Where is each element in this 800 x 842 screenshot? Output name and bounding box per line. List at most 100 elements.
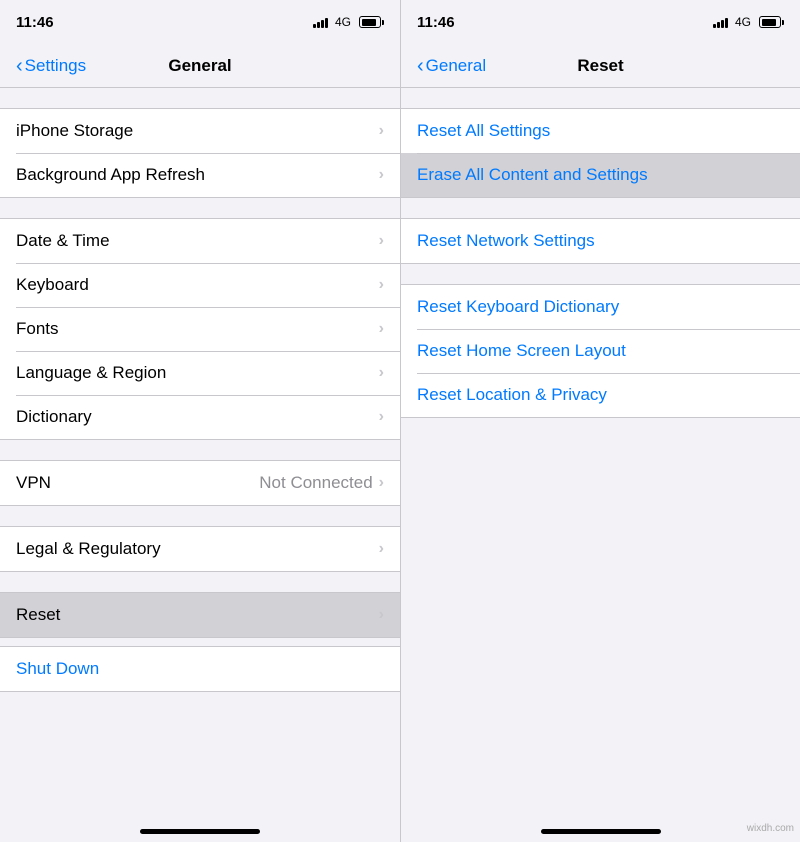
vpn-label: VPN xyxy=(16,473,51,493)
list-item-keyboard[interactable]: Keyboard › xyxy=(0,263,400,307)
list-group-shutdown: Shut Down xyxy=(0,646,400,692)
network-label-right: 4G xyxy=(735,15,751,29)
reset-chevron: › xyxy=(379,606,384,624)
signal-bars-right xyxy=(713,16,728,28)
signal-bar-r1 xyxy=(713,24,716,28)
nav-back-left[interactable]: ‹ Settings xyxy=(8,52,94,80)
list-item-shutdown[interactable]: Shut Down xyxy=(0,647,400,691)
scroll-area-left: iPhone Storage › Background App Refresh … xyxy=(0,88,400,808)
signal-bar-r4 xyxy=(725,18,728,28)
list-item-vpn[interactable]: VPN Not Connected › xyxy=(0,461,400,505)
language-chevron: › xyxy=(379,364,384,382)
spacer-2 xyxy=(0,198,400,218)
right-panel: 11:46 4G ‹ General Reset xyxy=(400,0,800,842)
spacer-5 xyxy=(0,572,400,592)
iphone-storage-right: › xyxy=(379,122,384,140)
home-bar-right xyxy=(541,829,661,834)
list-item-legal[interactable]: Legal & Regulatory › xyxy=(0,527,400,571)
battery-fill-right xyxy=(762,19,776,26)
spacer-r2 xyxy=(401,198,800,218)
reset-keyboard-dict-label: Reset Keyboard Dictionary xyxy=(417,297,619,317)
bg-refresh-label: Background App Refresh xyxy=(16,165,205,185)
battery-tip-left xyxy=(382,20,384,25)
keyboard-right: › xyxy=(379,276,384,294)
back-chevron-right: ‹ xyxy=(417,56,424,76)
iphone-storage-label: iPhone Storage xyxy=(16,121,133,141)
battery-body-right xyxy=(759,16,781,28)
list-item-dictionary[interactable]: Dictionary › xyxy=(0,395,400,439)
status-icons-left: 4G xyxy=(313,15,384,29)
signal-bar-r2 xyxy=(717,22,720,28)
shutdown-label: Shut Down xyxy=(16,659,99,679)
spacer-r3 xyxy=(401,264,800,284)
reset-item-home-screen[interactable]: Reset Home Screen Layout xyxy=(401,329,800,373)
nav-title-right: Reset xyxy=(577,56,623,76)
date-time-right: › xyxy=(379,232,384,250)
signal-bar-2 xyxy=(317,22,320,28)
vpn-value: Not Connected xyxy=(259,473,372,493)
spacer-4 xyxy=(0,506,400,526)
keyboard-label: Keyboard xyxy=(16,275,89,295)
spacer-bottom-right xyxy=(401,418,800,438)
list-group-vpn: VPN Not Connected › xyxy=(0,460,400,506)
spacer-3 xyxy=(0,440,400,460)
reset-location-privacy-label: Reset Location & Privacy xyxy=(417,385,607,405)
spacer-bottom-left xyxy=(0,692,400,712)
nav-title-left: General xyxy=(168,56,231,76)
legal-label: Legal & Regulatory xyxy=(16,539,161,559)
status-bar-right: 11:46 4G xyxy=(401,0,800,44)
list-item-date-time[interactable]: Date & Time › xyxy=(0,219,400,263)
date-time-chevron: › xyxy=(379,232,384,250)
watermark: wixdh.com xyxy=(747,823,794,834)
list-group-storage: iPhone Storage › Background App Refresh … xyxy=(0,108,400,198)
dictionary-chevron: › xyxy=(379,408,384,426)
list-item-fonts[interactable]: Fonts › xyxy=(0,307,400,351)
reset-item-network[interactable]: Reset Network Settings xyxy=(401,219,800,263)
network-label-left: 4G xyxy=(335,15,351,29)
list-item-reset[interactable]: Reset › xyxy=(0,593,400,637)
reset-group-1: Reset All Settings Erase All Content and… xyxy=(401,108,800,198)
spacer-6 xyxy=(0,638,400,646)
iphone-storage-chevron: › xyxy=(379,122,384,140)
list-item-bg-refresh[interactable]: Background App Refresh › xyxy=(0,153,400,197)
reset-item-erase-all[interactable]: Erase All Content and Settings xyxy=(401,153,800,197)
signal-bars-left xyxy=(313,16,328,28)
nav-back-right[interactable]: ‹ General xyxy=(409,52,494,80)
reset-network-label: Reset Network Settings xyxy=(417,231,595,251)
status-icons-right: 4G xyxy=(713,15,784,29)
reset-item-all-settings[interactable]: Reset All Settings xyxy=(401,109,800,153)
legal-right: › xyxy=(379,540,384,558)
vpn-right: Not Connected › xyxy=(259,473,384,493)
nav-bar-left: ‹ Settings General xyxy=(0,44,400,88)
vpn-chevron: › xyxy=(379,474,384,492)
fonts-right: › xyxy=(379,320,384,338)
signal-bar-1 xyxy=(313,24,316,28)
list-group-date: Date & Time › Keyboard › Fonts › Languag… xyxy=(0,218,400,440)
nav-back-label-left: Settings xyxy=(25,56,86,76)
dictionary-right: › xyxy=(379,408,384,426)
reset-right: › xyxy=(379,606,384,624)
signal-bar-r3 xyxy=(721,20,724,28)
status-time-left: 11:46 xyxy=(16,14,54,31)
signal-bar-3 xyxy=(321,20,324,28)
dictionary-label: Dictionary xyxy=(16,407,92,427)
reset-home-screen-label: Reset Home Screen Layout xyxy=(417,341,626,361)
battery-body-left xyxy=(359,16,381,28)
status-time-right: 11:46 xyxy=(417,14,455,31)
bg-refresh-chevron: › xyxy=(379,166,384,184)
home-indicator-right xyxy=(401,808,800,842)
nav-back-label-right: General xyxy=(426,56,486,76)
list-item-language[interactable]: Language & Region › xyxy=(0,351,400,395)
list-item-iphone-storage[interactable]: iPhone Storage › xyxy=(0,109,400,153)
keyboard-chevron: › xyxy=(379,276,384,294)
scroll-area-right: Reset All Settings Erase All Content and… xyxy=(401,88,800,808)
signal-bar-4 xyxy=(325,18,328,28)
reset-item-location-privacy[interactable]: Reset Location & Privacy xyxy=(401,373,800,417)
reset-group-3: Reset Keyboard Dictionary Reset Home Scr… xyxy=(401,284,800,418)
fonts-chevron: › xyxy=(379,320,384,338)
language-label: Language & Region xyxy=(16,363,166,383)
reset-all-settings-label: Reset All Settings xyxy=(417,121,550,141)
reset-item-keyboard-dict[interactable]: Reset Keyboard Dictionary xyxy=(401,285,800,329)
battery-fill-left xyxy=(362,19,376,26)
left-panel: 11:46 4G ‹ Settings General xyxy=(0,0,400,842)
